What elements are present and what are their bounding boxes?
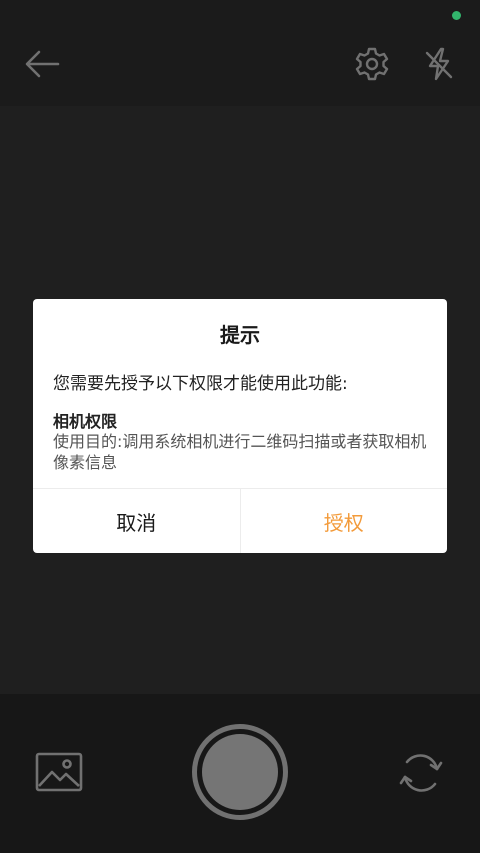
authorize-button[interactable]: 授权 (241, 489, 448, 553)
cancel-button[interactable]: 取消 (33, 489, 241, 553)
camera-screen: 提示 您需要先授予以下权限才能使用此功能: 相机权限 使用目的:调用系统相机进行… (0, 0, 480, 853)
permission-name: 相机权限 (53, 412, 118, 431)
permission-dialog: 提示 您需要先授予以下权限才能使用此功能: 相机权限 使用目的:调用系统相机进行… (33, 299, 447, 553)
dialog-message: 您需要先授予以下权限才能使用此功能: (53, 374, 348, 394)
permission-description: 使用目的:调用系统相机进行二维码扫描或者获取相机像素信息 (53, 432, 427, 472)
dialog-title: 提示 (220, 323, 260, 347)
dialog-button-row: 取消 授权 (33, 488, 447, 553)
